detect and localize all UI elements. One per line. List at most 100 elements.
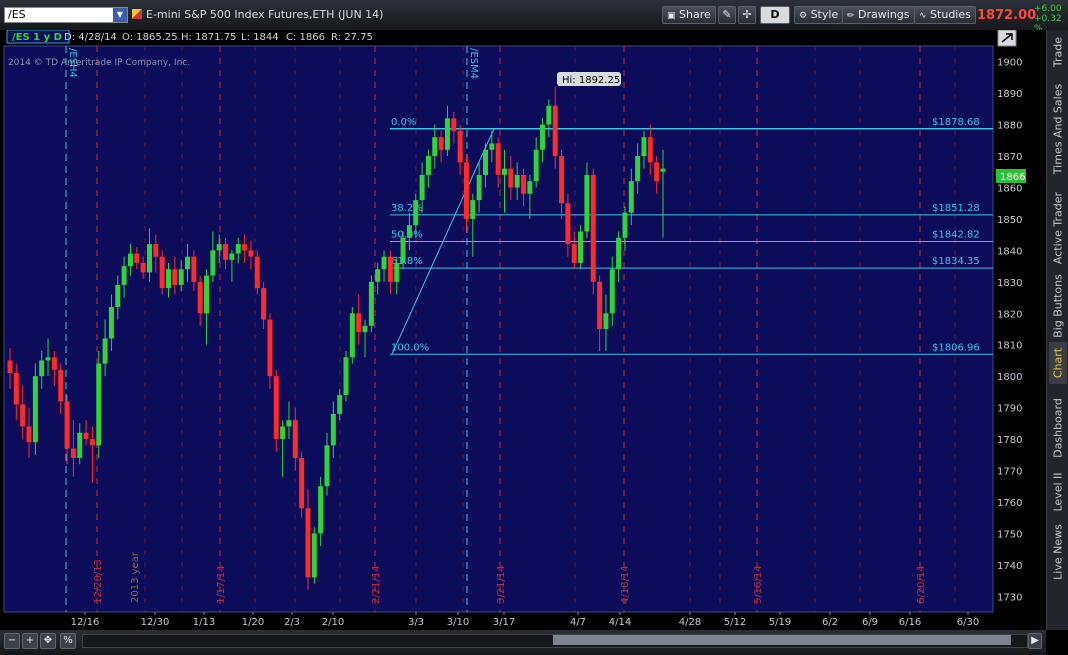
contract-line-label: /ESM4 xyxy=(468,48,479,79)
y-tick-label: 1900 xyxy=(997,58,1022,69)
y-tick-label: 1800 xyxy=(997,372,1022,383)
chart-panel[interactable]: 12/20/13 1/17/14 2/21/14 3/21/14 4/18/14 5/16… xyxy=(0,29,1046,630)
fib-price-label: $1834.35 xyxy=(932,256,980,267)
candle-body xyxy=(337,395,343,414)
candle-body xyxy=(521,174,527,194)
zoom-out-icon[interactable]: − xyxy=(4,633,20,649)
plot-area[interactable] xyxy=(3,45,994,613)
candle-body xyxy=(134,253,140,263)
tab-trade[interactable]: Trade xyxy=(1049,32,1067,72)
period-line-label: 5/16/14 xyxy=(753,565,764,604)
header-open: O: 1865.25 xyxy=(122,32,178,43)
period-line-label: 1/17/14 xyxy=(216,565,227,604)
drawings-button[interactable]: ✏ Drawings xyxy=(842,6,915,24)
chart-period[interactable]: /ES 1 y D xyxy=(12,32,62,43)
period-line-label: 2/21/14 xyxy=(371,565,382,604)
candle-body xyxy=(616,237,622,270)
crosshair-icon[interactable]: ✢ xyxy=(738,6,756,24)
candle-body xyxy=(204,275,210,314)
pan-icon[interactable]: ✥ xyxy=(40,633,56,649)
time-scrollbar[interactable] xyxy=(82,634,1028,648)
candle-body xyxy=(254,256,260,289)
tools-icon[interactable]: ✎ xyxy=(718,6,736,24)
change-value: +6.00 xyxy=(1034,4,1062,14)
y-tick-label: 1760 xyxy=(997,498,1022,509)
symbol-description: E-mini S&P 500 Index Futures,ETH (JUN 14… xyxy=(146,8,384,21)
y-tick-label: 1790 xyxy=(997,404,1022,415)
candle-body xyxy=(356,313,362,333)
candle-body xyxy=(248,250,254,257)
candle-body xyxy=(235,244,241,254)
tab-chart[interactable]: Chart xyxy=(1049,342,1067,384)
percent-icon[interactable]: % xyxy=(60,633,76,649)
candle-body xyxy=(115,284,121,307)
share-icon: ▣ xyxy=(667,11,676,21)
candle-body xyxy=(140,262,146,273)
symbol-input[interactable]: /ES ▼ xyxy=(4,7,128,23)
candle-body xyxy=(578,231,584,263)
candle-body xyxy=(419,174,425,201)
candle-body xyxy=(514,174,520,188)
candle-body xyxy=(463,162,469,219)
y-tick-label: 1770 xyxy=(997,467,1022,478)
candle-body xyxy=(324,445,330,487)
zoom-in-icon[interactable]: + xyxy=(22,633,38,649)
candle-body xyxy=(508,168,514,188)
y-tick-label: 1740 xyxy=(997,561,1022,572)
candle-body xyxy=(584,174,590,232)
candle-body xyxy=(381,256,387,270)
period-line-label: 4/18/14 xyxy=(620,565,631,604)
candle-body xyxy=(343,357,349,396)
price-chart[interactable]: 12/20/13 1/17/14 2/21/14 3/21/14 4/18/14 5/16… xyxy=(0,29,1046,630)
candle-body xyxy=(51,357,57,370)
candle-body xyxy=(622,212,628,238)
link-color-icon[interactable] xyxy=(132,9,142,19)
candle-body xyxy=(7,360,13,374)
x-tick-label: 12/16 xyxy=(71,617,100,628)
tab-active-trader[interactable]: Active Trader xyxy=(1049,186,1067,270)
y-tick-label: 1820 xyxy=(997,309,1022,320)
y-tick-label: 1860 xyxy=(997,184,1022,195)
y-tick-label: 1870 xyxy=(997,152,1022,163)
x-tick-label: 6/30 xyxy=(957,617,979,628)
drawing-mode-button[interactable]: D xyxy=(760,6,790,24)
tab-live-news[interactable]: Live News xyxy=(1049,520,1067,584)
candle-body xyxy=(64,401,70,449)
x-tick-label: 5/19 xyxy=(769,617,791,628)
studies-button[interactable]: ∿ Studies xyxy=(914,6,976,24)
candle-body xyxy=(597,281,603,329)
tab-dashboard[interactable]: Dashboard xyxy=(1049,392,1067,464)
x-tick-label: 4/28 xyxy=(679,617,701,628)
candle-body xyxy=(280,426,286,440)
symbol-dropdown-icon[interactable]: ▼ xyxy=(113,8,127,22)
candle-body xyxy=(165,269,171,289)
candle-body xyxy=(172,269,178,285)
candle-body xyxy=(286,420,292,427)
candle-body xyxy=(571,244,577,263)
candle-body xyxy=(476,174,482,201)
candle-body xyxy=(146,244,152,273)
tab-level-ii[interactable]: Level II xyxy=(1049,466,1067,518)
tab-times-and-sales[interactable]: Times And Sales xyxy=(1049,74,1067,184)
candle-body xyxy=(153,244,159,257)
scrollbar-thumb[interactable] xyxy=(553,635,1011,645)
candle-body xyxy=(318,486,324,534)
copyright-text: 2014 © TD Ameritrade IP Company, Inc. xyxy=(8,58,190,68)
y-tick-label: 1780 xyxy=(997,435,1022,446)
candle-body xyxy=(185,256,191,270)
last-price: 1872.00 xyxy=(977,8,1037,23)
candle-body xyxy=(223,244,229,260)
side-panel: Trade Times And Sales Active Trader Big … xyxy=(1046,30,1068,630)
header-date: D: 4/28/14 xyxy=(64,32,117,43)
candle-body xyxy=(641,137,647,157)
candle-body xyxy=(58,369,64,402)
candle-body xyxy=(451,118,457,131)
tab-big-buttons[interactable]: Big Buttons xyxy=(1049,272,1067,340)
bottom-toolbar: − + ✥ % ▶ xyxy=(0,630,1046,655)
scroll-right-icon[interactable]: ▶ xyxy=(1028,633,1042,649)
fib-price-label: $1842.82 xyxy=(932,230,980,241)
style-button[interactable]: ⚙ Style xyxy=(794,6,844,24)
candle-body xyxy=(425,156,431,175)
candle-body xyxy=(546,105,552,125)
share-button[interactable]: ▣ Share xyxy=(662,6,716,24)
